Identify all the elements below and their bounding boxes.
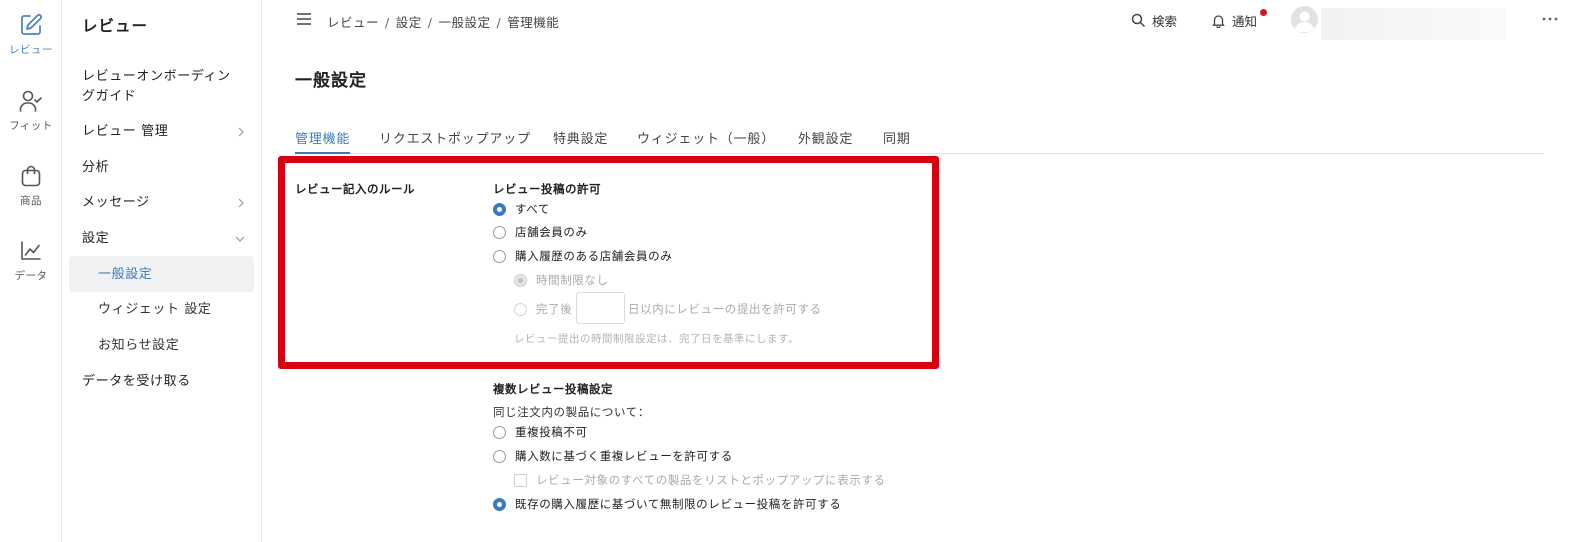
multi-review-subtitle: 同じ注文内の製品について： — [493, 405, 650, 419]
radio-label: すべて — [515, 202, 551, 216]
sidebar-title: レビュー — [82, 17, 149, 35]
sidebar-item-label: メッセージ — [82, 195, 150, 210]
radio-duplicates-by-quantity[interactable]: 購入数に基づく重複レビューを許可する — [493, 448, 733, 464]
radio-no-duplicates[interactable]: 重複投稿不可 — [493, 424, 588, 440]
days-suffix-label: 日以内にレビューの提出を許可する — [628, 301, 822, 317]
radio-button-checked[interactable] — [493, 202, 506, 216]
notification-dot — [1260, 9, 1267, 16]
radio-label: 時間制限なし — [536, 273, 609, 287]
chevron-down-icon — [235, 236, 245, 242]
tab-sync[interactable]: 同期 — [883, 128, 911, 154]
sidebar-item-general-settings[interactable]: 一般設定 — [98, 265, 248, 285]
sidebar: レビュー レビューオンボーディングガイド レビュー 管理 分析 メッセージ 設定… — [62, 0, 262, 542]
breadcrumb-item[interactable]: 設定 — [396, 15, 422, 30]
rail-label: レビュー — [9, 44, 53, 56]
radio-button[interactable] — [493, 449, 506, 463]
radio-label: 購入数に基づく重複レビューを許可する — [515, 449, 733, 463]
breadcrumb-item[interactable]: 一般設定 — [438, 15, 490, 30]
radio-button[interactable] — [493, 249, 506, 263]
time-limit-hint: レビュー提出の時間制限設定は、完了日を基準にします。 — [514, 333, 799, 345]
sidebar-item-widget-settings[interactable]: ウィジェット 設定 — [98, 300, 248, 320]
radio-button-checked[interactable] — [493, 497, 506, 511]
tab-benefit-settings[interactable]: 特典設定 — [553, 128, 608, 154]
sidebar-item-notice-settings[interactable]: お知らせ設定 — [98, 336, 248, 356]
sidebar-item-analytics[interactable]: 分析 — [82, 158, 252, 178]
sidebar-item-review-management[interactable]: レビュー 管理 — [82, 122, 252, 142]
sidebar-item-settings[interactable]: 設定 — [82, 229, 252, 249]
breadcrumb: レビュー / 設定 / 一般設定 / 管理機能 — [327, 12, 559, 31]
user-name-redacted — [1321, 8, 1507, 40]
radio-days-after-completion: 完了後 — [514, 301, 572, 317]
radio-button[interactable] — [493, 425, 506, 439]
breadcrumb-item: 管理機能 — [507, 15, 560, 30]
checkbox-label: レビュー対象のすべての製品をリストとポップアップに表示する — [536, 473, 886, 487]
tab-widget-general[interactable]: ウィジェット（一般） — [637, 128, 775, 154]
radio-permission-purchasers-only[interactable]: 購入履歴のある店舗会員のみ — [493, 248, 672, 264]
breadcrumb-separator: / — [385, 15, 390, 30]
rail-label: データ — [14, 270, 48, 282]
sidebar-item-receive-data[interactable]: データを受け取る — [82, 372, 252, 392]
checkbox-disabled — [514, 473, 527, 487]
rail-item-data[interactable]: データ — [0, 238, 62, 283]
top-bar: レビュー / 設定 / 一般設定 / 管理機能 検索 通知 — [263, 0, 1586, 40]
rail-item-fit[interactable]: フィット — [0, 88, 62, 133]
notification-button[interactable]: 通知 — [1211, 11, 1257, 30]
sidebar-item-onboarding-guide[interactable]: レビューオンボーディングガイド — [82, 67, 242, 107]
radio-permission-all[interactable]: すべて — [493, 201, 550, 217]
tab-admin-features[interactable]: 管理機能 — [295, 128, 351, 154]
checkbox-list-all-products: レビュー対象のすべての製品をリストとポップアップに表示する — [514, 472, 886, 488]
radio-button-disabled — [514, 302, 527, 316]
sidebar-item-label: レビュー 管理 — [82, 124, 169, 139]
bell-icon — [1212, 15, 1225, 28]
radio-label: 購入履歴のある店舗会員のみ — [515, 249, 673, 263]
user-avatar-icon — [1294, 11, 1315, 32]
rail-label: フィット — [9, 120, 53, 132]
page-title: 一般設定 — [295, 71, 367, 91]
rail-item-review[interactable]: レビュー — [0, 12, 62, 57]
radio-label: 完了後 — [536, 302, 573, 316]
hamburger-menu-icon[interactable] — [296, 12, 312, 26]
chevron-right-icon — [238, 198, 244, 208]
rail-item-products[interactable]: 商品 — [0, 163, 62, 208]
more-options-icon[interactable] — [1542, 16, 1558, 22]
radio-button[interactable] — [493, 225, 506, 239]
edit-icon — [21, 14, 42, 35]
breadcrumb-separator: / — [427, 15, 433, 30]
tab-appearance[interactable]: 外観設定 — [798, 128, 853, 154]
radio-label: 日以内にレビューの提出を許可する — [628, 302, 822, 316]
days-input[interactable] — [576, 292, 625, 324]
chevron-right-icon — [238, 127, 244, 137]
multi-review-title: 複数レビュー投稿設定 — [493, 382, 613, 396]
sidebar-item-messages[interactable]: メッセージ — [82, 193, 252, 213]
radio-permission-members-only[interactable]: 店舗会員のみ — [493, 224, 588, 240]
radio-unlimited-reviews[interactable]: 既存の購入履歴に基づいて無制限のレビュー投稿を許可する — [493, 496, 841, 512]
search-button[interactable]: 検索 — [1131, 11, 1177, 30]
breadcrumb-separator: / — [496, 15, 502, 30]
tab-request-popup[interactable]: リクエストポップアップ — [379, 128, 531, 154]
radio-no-time-limit: 時間制限なし — [514, 272, 609, 288]
user-check-icon — [19, 90, 42, 112]
search-icon — [1131, 13, 1146, 28]
breadcrumb-item[interactable]: レビュー — [327, 15, 379, 30]
section-label-review-rules: レビュー記入のルール — [295, 182, 415, 196]
chart-icon — [21, 241, 41, 260]
review-permission-title: レビュー投稿の許可 — [493, 182, 601, 196]
search-label: 検索 — [1152, 14, 1178, 29]
radio-label: 重複投稿不可 — [515, 425, 588, 439]
radio-button-disabled-checked — [514, 273, 527, 287]
radio-label: 既存の購入履歴に基づいて無制限のレビュー投稿を許可する — [515, 497, 842, 511]
rail-label: 商品 — [20, 195, 42, 207]
radio-label: 店舗会員のみ — [515, 225, 588, 239]
notification-label: 通知 — [1232, 14, 1258, 29]
avatar[interactable] — [1291, 6, 1318, 33]
shopping-bag-icon — [21, 165, 41, 187]
sidebar-item-label: 設定 — [82, 231, 110, 246]
icon-rail: レビュー フィット 商品 データ — [0, 0, 62, 542]
tab-bar: 管理機能 リクエストポップアップ 特典設定 ウィジェット（一般） 外観設定 同期 — [295, 126, 1544, 154]
